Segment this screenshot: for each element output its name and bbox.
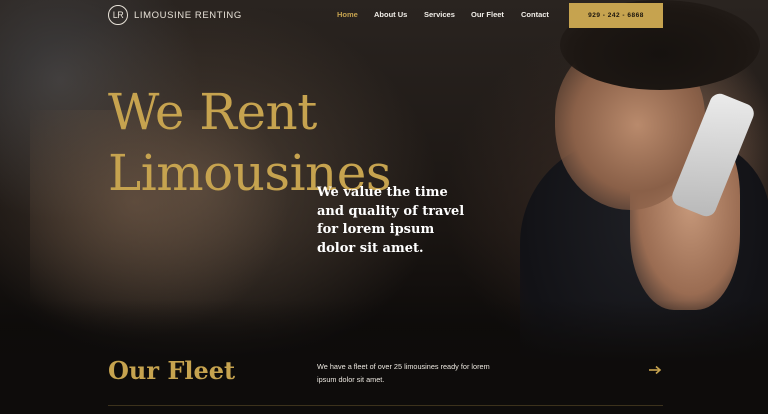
- hero-tagline: We value the time and quality of travel …: [317, 185, 465, 256]
- nav-link-our-fleet[interactable]: Our Fleet: [471, 10, 504, 19]
- site-logo[interactable]: LR LIMOUSINE RENTING: [108, 5, 242, 25]
- section-divider: [108, 405, 663, 406]
- nav-link-contact[interactable]: Contact: [521, 10, 549, 19]
- fleet-section-title: Our Fleet: [108, 356, 236, 385]
- businessman-face-image: [555, 40, 705, 210]
- top-navigation: LR LIMOUSINE RENTING Home About Us Servi…: [0, 0, 768, 30]
- logo-text: LIMOUSINE RENTING: [134, 9, 242, 21]
- phone-button[interactable]: 929 - 242 - 6868: [569, 3, 663, 28]
- arrow-right-icon[interactable]: [648, 365, 662, 375]
- headline-line-1: We Rent: [108, 83, 317, 141]
- nav-link-services[interactable]: Services: [424, 10, 455, 19]
- fleet-description: We have a fleet of over 25 limousines re…: [317, 362, 490, 384]
- logo-monogram: LR: [108, 5, 128, 25]
- smartphone-image: [669, 90, 757, 220]
- nav-link-about-us[interactable]: About Us: [374, 10, 407, 19]
- businessman-hand-image: [630, 120, 740, 310]
- nav-link-home[interactable]: Home: [337, 10, 358, 19]
